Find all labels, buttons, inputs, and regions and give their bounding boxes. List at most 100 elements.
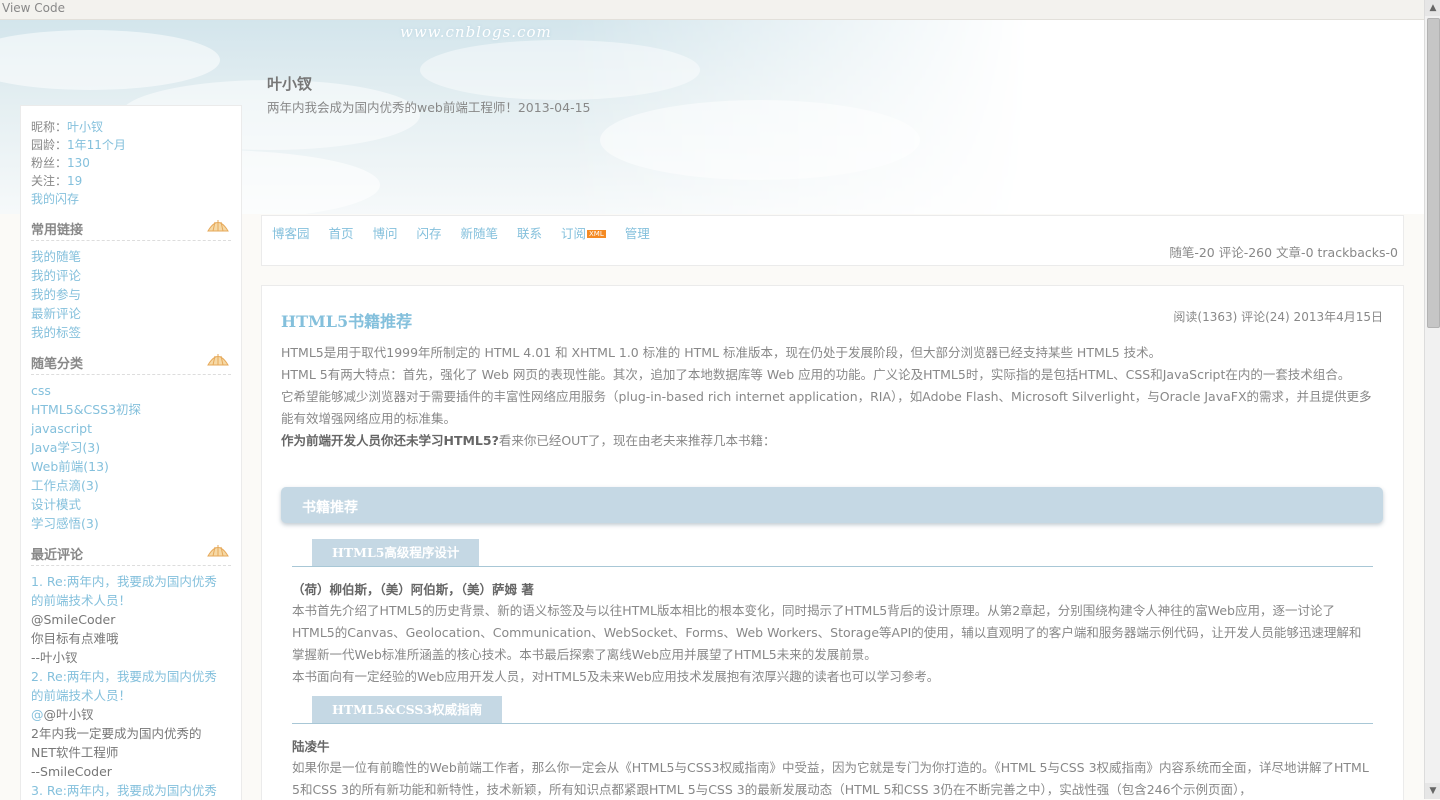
category-item[interactable]: 设计模式 <box>31 495 231 514</box>
follow-link[interactable]: 19 <box>67 174 82 188</box>
shell-icon <box>207 220 229 232</box>
recent-comments-section: 最近评论 1. Re:两年内，我要成为国内优秀 的前端技术人员！ @SmileC… <box>21 539 241 800</box>
fans-label: 粉丝： <box>31 156 68 170</box>
comment-item: 2. Re:两年内，我要成为国内优秀 的前端技术人员！ @@叶小钗 2年内我一定… <box>31 667 231 781</box>
top-bar: View Code <box>0 0 1424 20</box>
section-title: 常用链接 <box>31 223 84 238</box>
post-paragraph: HTML5是用于取代1999年所制定的 HTML 4.01 和 XHTML 1.… <box>281 345 1162 360</box>
book-description: 本书首先介绍了HTML5的历史背景、新的语义标签及与以往HTML版本相比的根本变… <box>292 600 1373 688</box>
nav-subscribe-label: 订阅 <box>561 226 587 241</box>
book-author: （荷）柳伯斯，（美）阿伯斯，（美）萨姆 著 <box>292 582 534 597</box>
section-header: 最近评论 <box>31 539 231 566</box>
book-paragraph: 本书首先介绍了HTML5的历史背景、新的语义标签及与以往HTML版本相比的根本变… <box>292 603 1362 662</box>
category-item[interactable]: css <box>31 381 231 400</box>
comment-text: 你目标有点难哦 <box>31 631 119 646</box>
nav-subscribe[interactable]: 订阅 XML <box>561 226 606 241</box>
blog-stats: 随笔-20 评论-260 文章-0 trackbacks-0 <box>1169 245 1398 260</box>
comment-author: @@叶小钗 <box>31 707 94 722</box>
book-paragraph: 如果你是一位有前瞻性的Web前端工作者，那么你一定会从《HTML5与CSS3权威… <box>292 760 1369 797</box>
nav-home[interactable]: 首页 <box>329 226 354 241</box>
blog-subtitle: 两年内我会成为国内优秀的web前端工程师！2013-04-15 <box>267 100 591 115</box>
scroll-down-arrow-icon[interactable]: ▼ <box>1425 783 1440 799</box>
post-paragraph: 它希望能够减少浏览器对于需要插件的丰富性网络应用服务（plug-in-based… <box>281 389 1372 426</box>
comment-author-name: @叶小钗 <box>43 707 94 722</box>
category-section: 随笔分类 css HTML5&CSS3初探 javascript Java学习(… <box>21 348 241 533</box>
comment-text: 2年内我一定要成为国内优秀的 <box>31 726 202 741</box>
profile-info: 昵称：叶小钗 园龄：1年11个月 粉丝：130 关注：19 我的闪存 <box>21 106 241 208</box>
nickname-link[interactable]: 叶小钗 <box>67 120 103 134</box>
sidebar: 昵称：叶小钗 园龄：1年11个月 粉丝：130 关注：19 我的闪存 常用链接 … <box>20 105 242 800</box>
comment-title-cont[interactable]: 的前端技术人员！ <box>31 686 231 705</box>
book-entry: HTML5&CSS3权威指南 陆凌牛 如果你是一位有前瞻性的Web前端工作者，那… <box>292 695 1373 800</box>
post-paragraph-rest: 看来你已经OUT了，现在由老夫来推荐几本书籍： <box>498 433 776 448</box>
shell-icon <box>207 545 229 557</box>
shell-icon <box>207 354 229 366</box>
blog-nav: 博客园 首页 博问 闪存 新随笔 联系 订阅 XML 管理 随笔-20 评论-26… <box>261 215 1404 266</box>
category-item[interactable]: Web前端(13) <box>31 457 231 476</box>
scroll-thumb[interactable] <box>1427 18 1440 328</box>
link-my-tags[interactable]: 我的标签 <box>31 323 231 342</box>
link-my-comments[interactable]: 我的评论 <box>31 266 231 285</box>
book-tab-row: HTML5高级程序设计 <box>292 538 1373 567</box>
nav-new-post[interactable]: 新随笔 <box>461 226 499 241</box>
category-item[interactable]: 学习感悟(3) <box>31 514 231 533</box>
post-paragraph: HTML 5有两大特点：首先，强化了 Web 网页的表现性能。其次，追加了本地数… <box>281 367 1351 382</box>
section-title: 书籍推荐 <box>302 500 358 516</box>
comment-title[interactable]: 2. Re:两年内，我要成为国内优秀 <box>31 667 231 686</box>
post-body: HTML5是用于取代1999年所制定的 HTML 4.01 和 XHTML 1.… <box>281 342 1383 452</box>
scroll-up-arrow-icon[interactable]: ▲ <box>1425 0 1440 16</box>
blog-title[interactable]: 叶小钗 <box>267 73 312 94</box>
section-title: 随笔分类 <box>31 357 84 372</box>
common-links-section: 常用链接 我的随笔 我的评论 我的参与 最新评论 我的标签 <box>21 214 241 342</box>
category-item[interactable]: javascript <box>31 419 231 438</box>
book-author: 陆凌牛 <box>292 739 330 754</box>
comment-signature: --SmileCoder <box>31 764 112 779</box>
my-flash-link[interactable]: 我的闪存 <box>31 192 79 206</box>
category-item[interactable]: Java学习(3) <box>31 438 231 457</box>
view-code-link[interactable]: View Code <box>2 1 65 15</box>
comment-title[interactable]: 1. Re:两年内，我要成为国内优秀 <box>31 572 231 591</box>
section-header: 随笔分类 <box>31 348 231 375</box>
nickname-label: 昵称： <box>31 120 68 134</box>
comment-text-cont: NET软件工程师 <box>31 745 119 760</box>
comment-item: 3. Re:两年内，我要成为国内优秀 <box>31 781 231 800</box>
profile-fans: 粉丝：130 <box>31 154 231 172</box>
comment-item: 1. Re:两年内，我要成为国内优秀 的前端技术人员！ @SmileCoder … <box>31 572 231 667</box>
link-latest-comments[interactable]: 最新评论 <box>31 304 231 323</box>
book-title-tab: HTML5高级程序设计 <box>312 539 480 566</box>
comment-author: @SmileCoder <box>31 612 116 627</box>
link-my-posts[interactable]: 我的随笔 <box>31 247 231 266</box>
profile-age: 园龄：1年11个月 <box>31 136 231 154</box>
comment-signature: --叶小钗 <box>31 650 78 665</box>
category-item[interactable]: HTML5&CSS3初探 <box>31 400 231 419</box>
book-tab-row: HTML5&CSS3权威指南 <box>292 695 1373 724</box>
section-header: 常用链接 <box>31 214 231 241</box>
nav-ask[interactable]: 博问 <box>373 226 398 241</box>
post-emphasis: 作为前端开发人员你还未学习HTML5? <box>281 433 499 448</box>
age-link[interactable]: 1年11个月 <box>67 138 126 152</box>
header-watermark: www.cnblogs.com <box>400 23 552 41</box>
post-title[interactable]: HTML5书籍推荐 <box>281 308 412 332</box>
xml-feed-icon: XML <box>587 230 606 238</box>
category-item[interactable]: 工作点滴(3) <box>31 476 231 495</box>
book-entry: HTML5高级程序设计 （荷）柳伯斯，（美）阿伯斯，（美）萨姆 著 本书首先介绍… <box>292 538 1373 688</box>
vertical-scrollbar[interactable]: ▲ ▼ <box>1424 0 1440 799</box>
nav-manage[interactable]: 管理 <box>625 226 650 241</box>
comment-title-cont[interactable]: 的前端技术人员！ <box>31 591 231 610</box>
fans-link[interactable]: 130 <box>67 156 90 170</box>
nav-flash[interactable]: 闪存 <box>417 226 442 241</box>
follow-label: 关注： <box>31 174 68 188</box>
post-meta: 阅读(1363) 评论(24) 2013年4月15日 <box>1173 310 1383 324</box>
comment-title[interactable]: 3. Re:两年内，我要成为国内优秀 <box>31 781 231 800</box>
category-list: css HTML5&CSS3初探 javascript Java学习(3) We… <box>31 375 231 533</box>
common-links-list: 我的随笔 我的评论 我的参与 最新评论 我的标签 <box>31 241 231 342</box>
book-description: 如果你是一位有前瞻性的Web前端工作者，那么你一定会从《HTML5与CSS3权威… <box>292 757 1373 800</box>
profile-nickname: 昵称：叶小钗 <box>31 118 231 136</box>
post-container: HTML5书籍推荐 阅读(1363) 评论(24) 2013年4月15日 HTM… <box>261 285 1404 800</box>
book-title-tab: HTML5&CSS3权威指南 <box>312 696 503 723</box>
link-my-participation[interactable]: 我的参与 <box>31 285 231 304</box>
age-label: 园龄： <box>31 138 68 152</box>
nav-cnblogs[interactable]: 博客园 <box>272 226 310 241</box>
nav-contact[interactable]: 联系 <box>517 226 542 241</box>
section-title-bar: 书籍推荐 <box>281 487 1383 523</box>
